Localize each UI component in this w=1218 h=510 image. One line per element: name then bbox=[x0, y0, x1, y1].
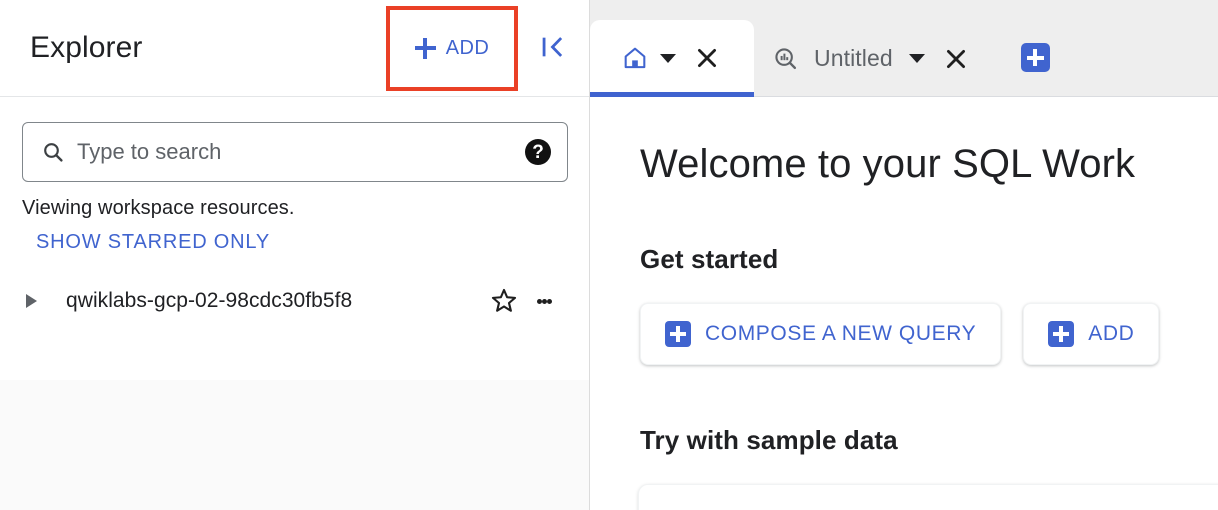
compose-new-query-button[interactable]: COMPOSE A NEW QUERY bbox=[640, 303, 1002, 365]
plus-square-icon bbox=[1048, 321, 1075, 347]
page-title: Explorer bbox=[30, 31, 143, 64]
chevron-down-icon[interactable] bbox=[660, 53, 676, 63]
chevron-right-icon[interactable] bbox=[18, 294, 44, 308]
show-starred-only-link[interactable]: SHOW STARRED ONLY bbox=[0, 220, 270, 254]
welcome-heading: Welcome to your SQL Work bbox=[640, 142, 1136, 186]
get-started-buttons: COMPOSE A NEW QUERY ADD bbox=[640, 303, 1218, 365]
welcome-content: Welcome to your SQL Work Get started COM… bbox=[590, 97, 1218, 510]
get-started-heading: Get started bbox=[640, 244, 779, 274]
tab-label: Untitled bbox=[814, 45, 893, 71]
sample-data-heading: Try with sample data bbox=[640, 425, 898, 455]
more-vert-icon[interactable] bbox=[537, 296, 552, 306]
query-search-icon bbox=[772, 45, 800, 73]
add-resource-button[interactable]: ADD bbox=[409, 33, 495, 64]
add-data-label: ADD bbox=[1088, 322, 1135, 345]
plus-square-icon bbox=[665, 321, 691, 347]
tab-bar: Untitled bbox=[590, 0, 1218, 97]
tab-untitled-query[interactable]: Untitled bbox=[754, 21, 989, 96]
chevron-down-icon[interactable] bbox=[908, 54, 925, 63]
row-actions bbox=[489, 286, 590, 316]
resource-project-name: qwiklabs-gcp-02-98cdc30fb5f8 bbox=[66, 289, 353, 312]
sidebar-hover-band bbox=[0, 380, 590, 510]
add-button-label: ADD bbox=[445, 36, 490, 59]
explorer-header: Explorer ADD bbox=[0, 0, 590, 97]
star-outline-icon[interactable] bbox=[489, 286, 519, 316]
sample-data-card[interactable] bbox=[638, 484, 1218, 510]
viewing-scope-note: Viewing workspace resources. bbox=[22, 197, 295, 219]
search-box[interactable]: ? bbox=[22, 122, 568, 182]
new-tab-button[interactable] bbox=[1020, 43, 1050, 72]
close-icon[interactable] bbox=[692, 43, 722, 73]
home-icon bbox=[622, 45, 648, 71]
explorer-header-actions: ADD bbox=[386, 0, 572, 96]
explorer-body: ? Viewing workspace resources. SHOW STAR… bbox=[0, 97, 590, 324]
resource-list: qwiklabs-gcp-02-98cdc30fb5f8 bbox=[0, 278, 590, 324]
compose-new-query-label: COMPOSE A NEW QUERY bbox=[705, 322, 977, 345]
main-pane: Untitled Welcome to your SQL Work Get st… bbox=[590, 0, 1218, 510]
search-row: ? bbox=[0, 97, 590, 182]
search-icon bbox=[41, 140, 65, 164]
collapse-panel-button[interactable] bbox=[532, 26, 572, 70]
add-button-highlight-box: ADD bbox=[386, 5, 518, 91]
close-icon[interactable] bbox=[941, 44, 971, 74]
collapse-panel-icon bbox=[538, 33, 566, 64]
list-item[interactable]: qwiklabs-gcp-02-98cdc30fb5f8 bbox=[0, 278, 590, 324]
add-data-button[interactable]: ADD bbox=[1023, 303, 1160, 365]
tab-home[interactable] bbox=[590, 20, 754, 97]
plus-icon bbox=[414, 37, 436, 59]
explorer-sidebar: Explorer ADD Type to search ? Viewing wo… bbox=[0, 0, 590, 510]
search-input[interactable] bbox=[77, 123, 525, 181]
help-circle-icon[interactable]: ? bbox=[525, 139, 551, 165]
sql-workspace-app: Explorer ADD Type to search ? Viewing wo… bbox=[0, 0, 1218, 510]
